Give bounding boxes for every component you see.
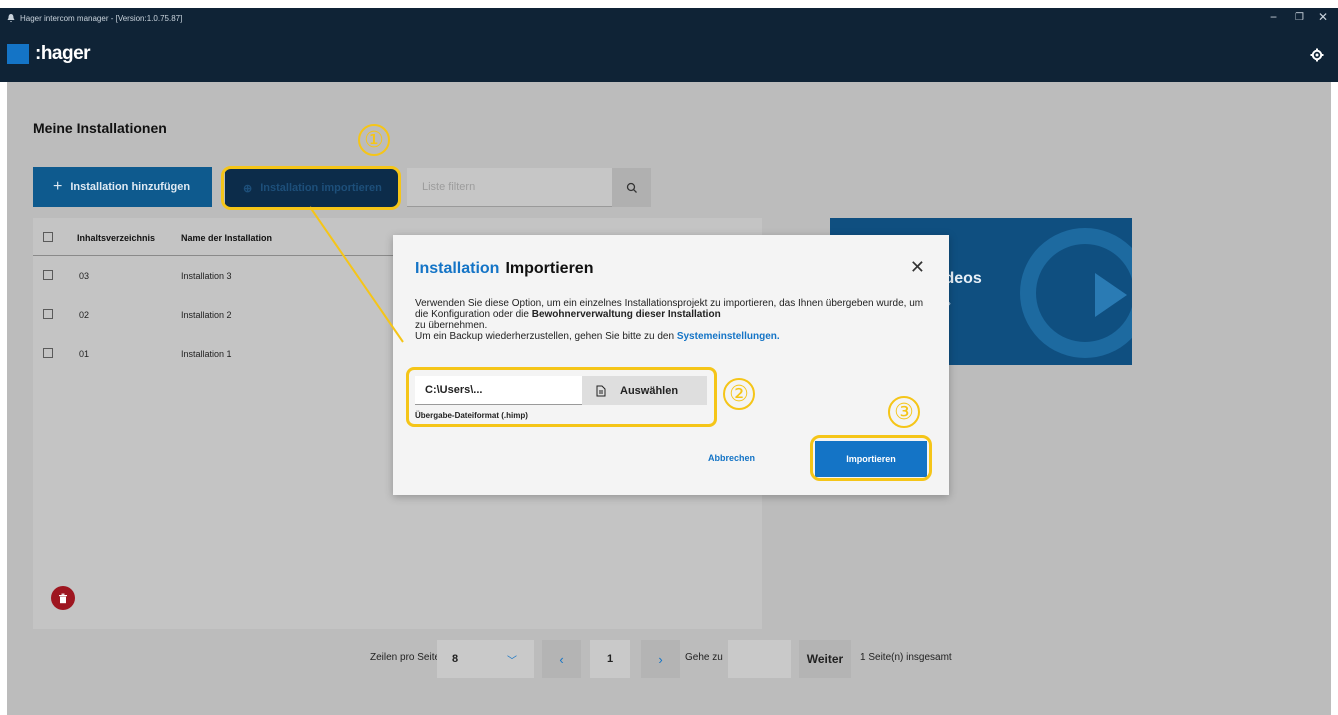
- dialog-text-3: Um ein Backup wiederherzustellen, gehen …: [415, 331, 677, 342]
- row-checkbox[interactable]: [43, 309, 53, 319]
- dialog-text-2: zu übernehmen.: [415, 320, 488, 331]
- close-window-icon[interactable]: ✕: [1318, 10, 1328, 24]
- rows-per-page-select[interactable]: 8 ﹀: [437, 640, 534, 678]
- annotation-connector: [309, 206, 404, 343]
- chevron-down-icon: ﹀: [507, 655, 517, 667]
- row-index: 01: [79, 349, 90, 359]
- restore-icon[interactable]: ❐: [1295, 12, 1304, 23]
- dialog-title-part2: Importieren: [505, 260, 594, 277]
- search-icon: [626, 182, 637, 193]
- goto-button[interactable]: Weiter: [799, 640, 851, 678]
- close-icon[interactable]: ✕: [910, 257, 925, 278]
- row-name: Installation 2: [181, 310, 232, 320]
- annotation-number-2: ②: [723, 378, 755, 410]
- rows-per-page-label: Zeilen pro Seite: [370, 652, 441, 663]
- minimize-icon[interactable]: −: [1270, 10, 1277, 24]
- column-header: Inhaltsverzeichnis: [77, 233, 156, 243]
- goto-label: Gehe zu: [685, 652, 723, 663]
- column-header: Name der Installation: [181, 233, 273, 243]
- goto-input[interactable]: [728, 640, 791, 678]
- row-checkbox[interactable]: [43, 270, 53, 280]
- add-installation-button[interactable]: + Installation hinzufügen: [33, 167, 212, 207]
- play-icon: [1095, 273, 1127, 317]
- select-all-checkbox[interactable]: [43, 232, 53, 242]
- delete-button[interactable]: [51, 586, 75, 610]
- brand-logo: :hager: [35, 43, 91, 64]
- trash-icon: [59, 593, 67, 603]
- total-pages: 1 Seite(n) insgesamt: [860, 652, 952, 663]
- chevron-left-icon: ‹: [559, 651, 564, 667]
- dialog-title: Installation Importieren: [415, 260, 593, 278]
- filter-input[interactable]: Liste filtern: [407, 168, 612, 207]
- row-index: 03: [79, 271, 90, 281]
- previous-page-button[interactable]: ‹: [542, 640, 581, 678]
- page-title: Meine Installationen: [33, 120, 167, 136]
- row-index: 02: [79, 310, 90, 320]
- current-page: 1: [590, 640, 630, 678]
- gear-icon[interactable]: [1310, 48, 1324, 62]
- rows-per-page-value: 8: [452, 653, 459, 665]
- add-installation-label: Installation hinzufügen: [70, 181, 191, 193]
- annotation-number-3: ③: [888, 396, 920, 428]
- dialog-description: Verwenden Sie diese Option, um ein einze…: [415, 298, 925, 342]
- cancel-button[interactable]: Abbrechen: [708, 453, 755, 463]
- bell-icon: [7, 14, 15, 23]
- window-title: Hager intercom manager - [Version:1.0.75…: [20, 14, 183, 23]
- row-name: Installation 1: [181, 349, 232, 359]
- annotation-number-1: ①: [358, 124, 390, 156]
- row-checkbox[interactable]: [43, 348, 53, 358]
- pagination: Zeilen pro Seite 8 ﹀ ‹ 1 › Gehe zu Weite…: [0, 640, 1338, 678]
- title-bar: Hager intercom manager - [Version:1.0.75…: [0, 8, 1338, 82]
- brand-mark: [7, 44, 29, 64]
- dialog-text-bold: Bewohnerverwaltung dieser Installation: [531, 309, 721, 320]
- system-settings-link[interactable]: Systemeinstellungen.: [677, 331, 780, 342]
- filter-placeholder: Liste filtern: [422, 181, 476, 193]
- annotation-highlight-1: [221, 166, 401, 210]
- next-page-button[interactable]: ›: [641, 640, 680, 678]
- annotation-highlight-2: [406, 367, 717, 427]
- row-name: Installation 3: [181, 271, 232, 281]
- dialog-title-part1: Installation: [415, 260, 500, 277]
- search-button[interactable]: [612, 168, 651, 207]
- annotation-highlight-3: [810, 435, 932, 481]
- plus-icon: +: [53, 178, 63, 195]
- chevron-right-icon: ›: [658, 651, 663, 667]
